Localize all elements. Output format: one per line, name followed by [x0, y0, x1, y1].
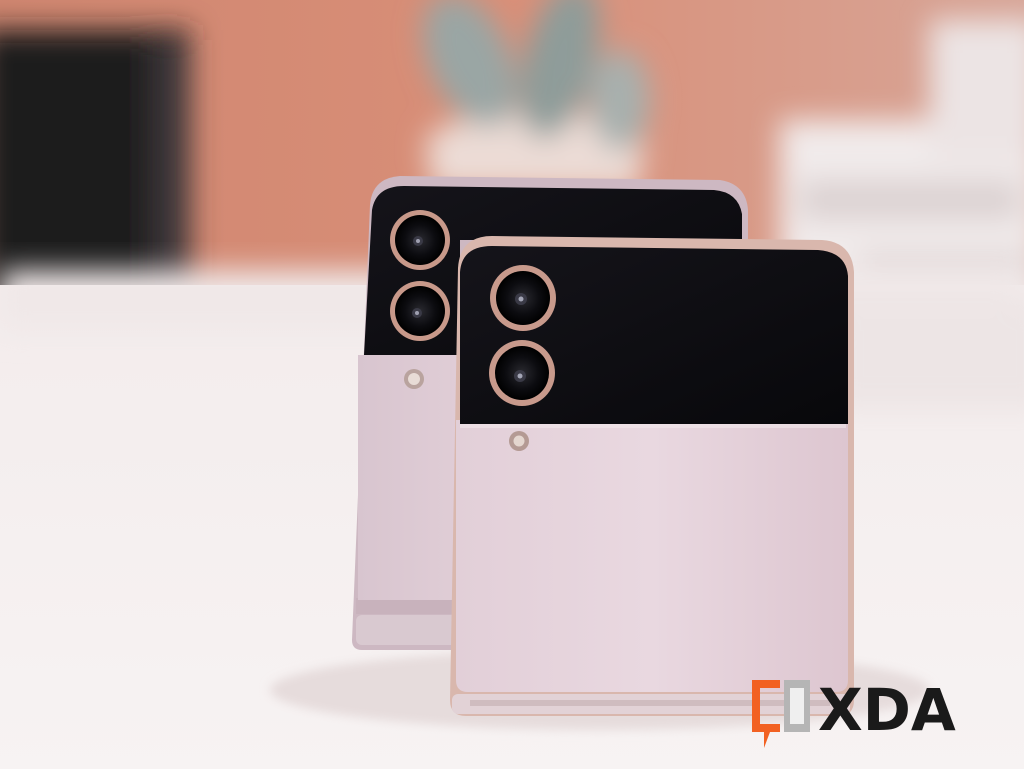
- back-phone-body: [358, 355, 460, 600]
- photo: XDA: [0, 0, 1024, 769]
- back-phone-hinge: [356, 615, 466, 645]
- front-phone: [450, 236, 854, 716]
- xda-logo-text: XDA: [818, 676, 956, 744]
- photo-canvas: XDA: [0, 0, 1024, 769]
- front-phone-body: [456, 420, 848, 692]
